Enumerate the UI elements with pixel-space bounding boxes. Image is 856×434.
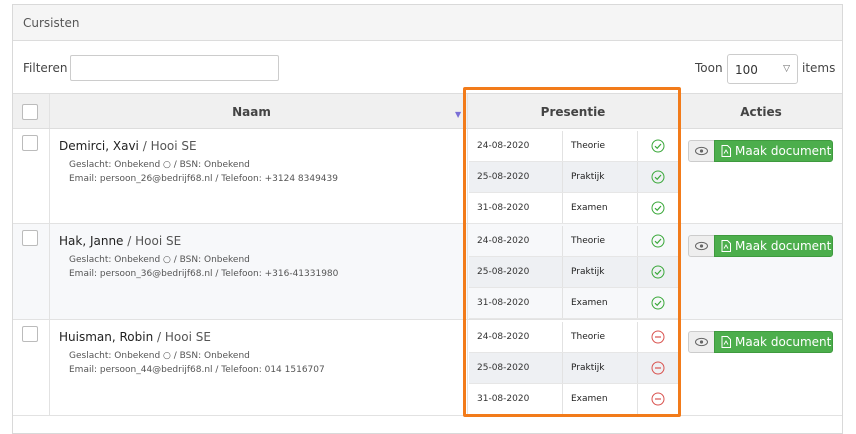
student-meta: Geslacht: Onbekend ○ / BSN: Onbekend xyxy=(69,255,250,265)
select-all-checkbox[interactable] xyxy=(22,104,38,120)
presence-type: Praktijk xyxy=(571,363,605,373)
presence-date: 24-08-2020 xyxy=(477,141,530,151)
view-button[interactable] xyxy=(688,140,715,162)
presence-row: 24-08-2020 Theorie xyxy=(469,131,679,162)
pdf-file-icon xyxy=(721,145,731,157)
view-button[interactable] xyxy=(688,331,715,353)
panel-title: Cursisten xyxy=(13,5,842,41)
presence-date: 31-08-2020 xyxy=(477,203,530,213)
column-acties: Acties xyxy=(740,105,782,119)
presence-date: 31-08-2020 xyxy=(477,298,530,308)
row-checkbox[interactable] xyxy=(22,230,38,246)
students-panel: Cursisten Filteren Toon 100 ▽ items Naam… xyxy=(12,4,843,434)
make-document-button[interactable]: Maak document xyxy=(714,140,833,162)
make-document-label: Maak document xyxy=(735,335,832,349)
eye-icon xyxy=(695,241,708,251)
table-row: Demirci, Xavi / Hooi SE Geslacht: Onbeke… xyxy=(13,129,842,224)
present-check-icon xyxy=(651,296,665,310)
student-contact: Email: persoon_44@bedrijf68.nl / Telefoo… xyxy=(69,365,325,375)
present-check-icon xyxy=(651,139,665,153)
presence-type: Examen xyxy=(571,203,608,213)
presence-type: Theorie xyxy=(571,332,605,342)
items-per-page-value: 100 xyxy=(735,63,758,77)
presence-date: 25-08-2020 xyxy=(477,172,530,182)
student-contact: Email: persoon_36@bedrijf68.nl / Telefoo… xyxy=(69,269,339,279)
eye-icon xyxy=(695,337,708,347)
column-presentie: Presentie xyxy=(540,105,606,119)
toon-label: Toon xyxy=(695,61,723,75)
presence-type: Praktijk xyxy=(571,172,605,182)
absent-minus-icon xyxy=(651,361,665,375)
absent-minus-icon xyxy=(651,330,665,344)
presence-date: 31-08-2020 xyxy=(477,394,530,404)
make-document-label: Maak document xyxy=(735,144,832,158)
student-contact: Email: persoon_26@bedrijf68.nl / Telefoo… xyxy=(69,174,338,184)
table-header: Naam ▼ Presentie Acties xyxy=(13,93,842,129)
pdf-file-icon xyxy=(721,336,731,348)
presence-type: Theorie xyxy=(571,141,605,151)
table-row: Huisman, Robin / Hooi SE Geslacht: Onbek… xyxy=(13,320,842,416)
presence-type: Praktijk xyxy=(571,267,605,277)
make-document-button[interactable]: Maak document xyxy=(714,235,833,257)
absent-minus-icon xyxy=(651,392,665,406)
presence-row: 31-08-2020 Examen xyxy=(469,193,679,224)
student-name[interactable]: Hak, Janne / Hooi SE xyxy=(59,234,181,248)
pdf-file-icon xyxy=(721,240,731,252)
sort-desc-icon[interactable]: ▼ xyxy=(455,110,461,119)
presence-row: 31-08-2020 Examen xyxy=(469,288,679,319)
presence-row: 25-08-2020 Praktijk xyxy=(469,353,679,384)
filter-input[interactable] xyxy=(70,55,279,81)
presence-date: 24-08-2020 xyxy=(477,236,530,246)
student-meta: Geslacht: Onbekend ○ / BSN: Onbekend xyxy=(69,351,250,361)
presence-type: Examen xyxy=(571,394,608,404)
presence-date: 24-08-2020 xyxy=(477,332,530,342)
eye-icon xyxy=(695,146,708,156)
student-name[interactable]: Demirci, Xavi / Hooi SE xyxy=(59,139,197,153)
presence-row: 25-08-2020 Praktijk xyxy=(469,162,679,193)
items-label: items xyxy=(802,61,836,75)
items-per-page-select[interactable]: 100 ▽ xyxy=(727,54,798,84)
presence-type: Theorie xyxy=(571,236,605,246)
presence-row: 25-08-2020 Praktijk xyxy=(469,257,679,288)
table-row: Hak, Janne / Hooi SE Geslacht: Onbekend … xyxy=(13,224,842,320)
row-checkbox[interactable] xyxy=(22,135,38,151)
present-check-icon xyxy=(651,265,665,279)
student-meta: Geslacht: Onbekend ○ / BSN: Onbekend xyxy=(69,160,250,170)
column-naam[interactable]: Naam xyxy=(50,94,453,128)
presence-date: 25-08-2020 xyxy=(477,363,530,373)
presence-row: 31-08-2020 Examen xyxy=(469,384,679,415)
present-check-icon xyxy=(651,234,665,248)
view-button[interactable] xyxy=(688,235,715,257)
presence-date: 25-08-2020 xyxy=(477,267,530,277)
present-check-icon xyxy=(651,201,665,215)
present-check-icon xyxy=(651,170,665,184)
presence-type: Examen xyxy=(571,298,608,308)
presence-row: 24-08-2020 Theorie xyxy=(469,322,679,353)
student-name[interactable]: Huisman, Robin / Hooi SE xyxy=(59,330,211,344)
make-document-label: Maak document xyxy=(735,239,832,253)
row-checkbox[interactable] xyxy=(22,326,38,342)
chevron-down-icon: ▽ xyxy=(783,64,790,74)
make-document-button[interactable]: Maak document xyxy=(714,331,833,353)
presence-row: 24-08-2020 Theorie xyxy=(469,226,679,257)
filter-label: Filteren xyxy=(23,61,68,75)
